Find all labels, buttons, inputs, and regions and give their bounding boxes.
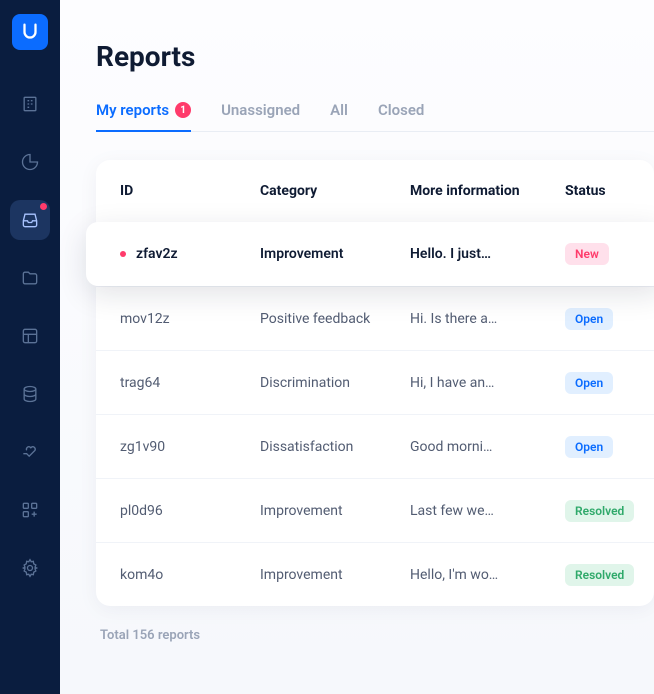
sidebar: [0, 0, 60, 694]
tab-closed[interactable]: Closed: [378, 101, 424, 131]
table-row[interactable]: kom4o ImprovementHello, I'm wo…Resolved: [96, 542, 654, 606]
table-row[interactable]: mov12z Positive feedbackHi. Is there a…Op…: [96, 286, 654, 350]
tab-all[interactable]: All: [330, 101, 348, 131]
tab-label: Closed: [378, 101, 424, 119]
new-dot: [120, 251, 126, 257]
col-id: ID: [120, 183, 260, 199]
report-id: zfav2z: [136, 246, 178, 262]
table-body: zfav2zImprovementHello. I just…Newmov12z…: [96, 222, 654, 606]
app-logo[interactable]: [12, 14, 48, 50]
table-row[interactable]: pl0d96 ImprovementLast few we…Resolved: [96, 478, 654, 542]
grid-plus-icon: [20, 500, 40, 520]
page-title: Reports: [96, 40, 654, 73]
tab-my-reports[interactable]: My reports 1: [96, 101, 191, 131]
nav-settings[interactable]: [10, 548, 50, 588]
nav-apps[interactable]: [10, 490, 50, 530]
report-id: trag64: [120, 375, 160, 391]
tab-label: Unassigned: [221, 101, 300, 119]
heart-hand-icon: [20, 442, 40, 462]
status-badge: Resolved: [565, 564, 634, 586]
cell-id: zg1v90: [120, 439, 260, 455]
nav-layout[interactable]: [10, 316, 50, 356]
logo-icon: [19, 21, 41, 43]
pie-chart-icon: [20, 152, 40, 172]
cell-id: mov12z: [120, 311, 260, 327]
cell-category: Improvement: [260, 503, 410, 519]
tab-badge: 1: [175, 102, 191, 118]
status-badge: Resolved: [565, 500, 634, 522]
notification-dot: [40, 203, 47, 210]
cell-category: Improvement: [260, 567, 410, 583]
folder-icon: [20, 268, 40, 288]
reports-table: ID Category More information Status zfav…: [96, 160, 654, 606]
nav-database[interactable]: [10, 374, 50, 414]
building-icon: [20, 94, 40, 114]
cell-status: Open: [565, 308, 654, 330]
cell-category: Positive feedback: [260, 311, 410, 327]
tab-unassigned[interactable]: Unassigned: [221, 101, 300, 131]
cell-info: Last few we…: [410, 503, 565, 519]
total-count: Total 156 reports: [96, 628, 654, 643]
table-header: ID Category More information Status: [96, 160, 654, 222]
cell-status: Resolved: [565, 564, 654, 586]
col-info: More information: [410, 183, 565, 199]
inbox-icon: [20, 210, 40, 230]
status-badge: Open: [565, 436, 613, 458]
database-icon: [20, 384, 40, 404]
cell-id: trag64: [120, 375, 260, 391]
nav-analytics[interactable]: [10, 142, 50, 182]
gear-icon: [20, 558, 40, 578]
status-badge: Open: [565, 372, 613, 394]
col-category: Category: [260, 183, 410, 199]
report-id: zg1v90: [120, 439, 165, 455]
status-badge: Open: [565, 308, 613, 330]
table-row[interactable]: trag64 DiscriminationHi, I have an…Open: [96, 350, 654, 414]
cell-id: pl0d96: [120, 503, 260, 519]
tab-label: My reports: [96, 101, 169, 119]
cell-category: Improvement: [260, 246, 410, 262]
report-id: kom4o: [120, 567, 163, 583]
report-id: pl0d96: [120, 503, 163, 519]
cell-category: Discrimination: [260, 375, 410, 391]
cell-info: Hi. Is there a…: [410, 311, 565, 327]
nav-dashboard[interactable]: [10, 84, 50, 124]
cell-info: Hello, I'm wo…: [410, 567, 565, 583]
cell-category: Dissatisfaction: [260, 439, 410, 455]
nav-care[interactable]: [10, 432, 50, 472]
cell-status: New: [565, 243, 654, 265]
cell-id: kom4o: [120, 567, 260, 583]
tab-label: All: [330, 101, 348, 119]
nav-files[interactable]: [10, 258, 50, 298]
status-badge: New: [565, 243, 609, 265]
nav-inbox[interactable]: [10, 200, 50, 240]
tabs: My reports 1 Unassigned All Closed: [96, 101, 654, 132]
cell-info: Hi, I have an…: [410, 375, 565, 391]
report-id: mov12z: [120, 311, 170, 327]
cell-status: Open: [565, 372, 654, 394]
table-row[interactable]: zg1v90 DissatisfactionGood morni…Open: [96, 414, 654, 478]
table-row[interactable]: zfav2z ImprovementHello. I just…New: [86, 222, 654, 286]
cell-info: Good morni…: [410, 439, 565, 455]
cell-status: Open: [565, 436, 654, 458]
layout-icon: [20, 326, 40, 346]
cell-id: zfav2z: [120, 246, 260, 262]
cell-status: Resolved: [565, 500, 654, 522]
main-content: Reports My reports 1 Unassigned All Clos…: [60, 0, 654, 694]
col-status: Status: [565, 183, 654, 199]
cell-info: Hello. I just…: [410, 246, 565, 262]
